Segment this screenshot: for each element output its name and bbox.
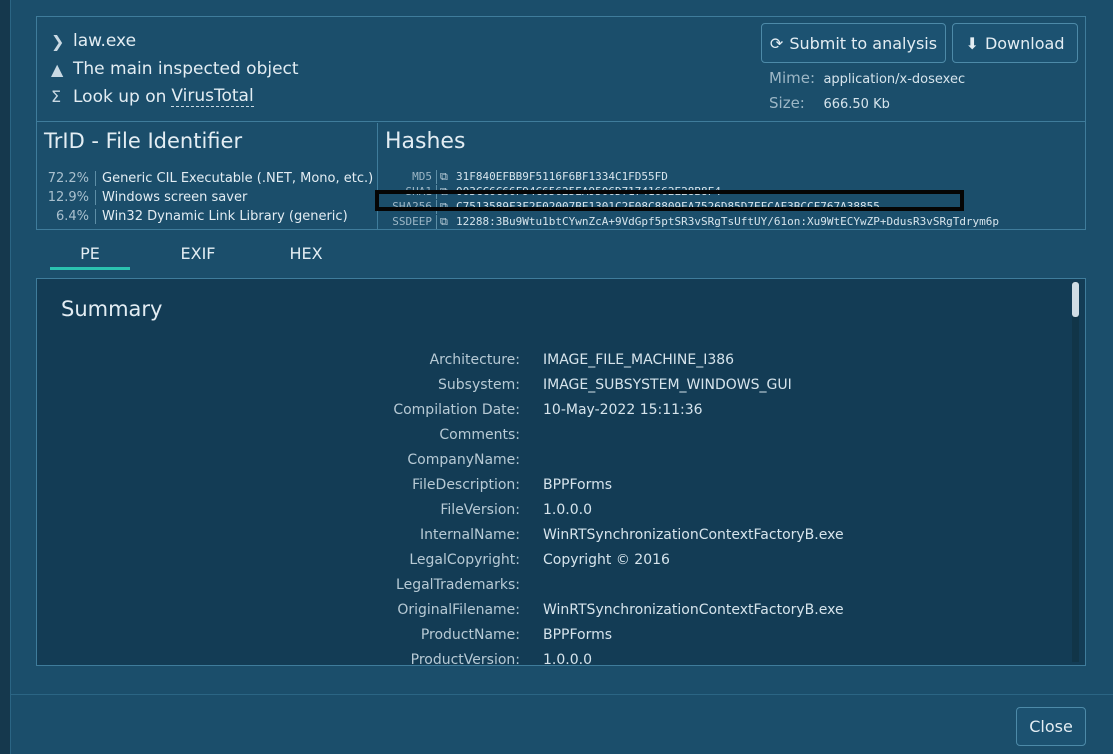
pe-summary-panel: Summary Architecture: IMAGE_FILE_MACHINE_… bbox=[36, 278, 1086, 666]
close-label: Close bbox=[1029, 717, 1073, 736]
summary-key: FileDescription: bbox=[412, 476, 520, 493]
size-value: 666.50 Kb bbox=[823, 97, 890, 112]
summary-value: WinRTSynchronizationContextFactoryB.exe bbox=[543, 601, 844, 618]
mime-value: application/x-dosexec bbox=[823, 72, 966, 87]
summary-row: Subsystem: IMAGE_SUBSYSTEM_WINDOWS_GUI bbox=[37, 372, 1037, 397]
trid-title: TrID - File Identifier bbox=[44, 129, 243, 153]
summary-row: InternalName: WinRTSynchronizationContext… bbox=[37, 522, 1037, 547]
summary-value: BPPForms bbox=[543, 626, 613, 643]
submit-to-analysis-button[interactable]: ⟳ Submit to analysis bbox=[761, 23, 946, 63]
summary-key: OriginalFilename: bbox=[397, 601, 520, 618]
summary-row: Comments: bbox=[37, 422, 1037, 447]
scrollbar-thumb[interactable] bbox=[1072, 282, 1079, 317]
virustotal-link[interactable]: VirusTotal bbox=[171, 86, 254, 107]
view-tabs: PE EXIF HEX bbox=[36, 240, 1086, 274]
summary-value: 1.0.0.0 bbox=[543, 651, 592, 666]
refresh-icon: ⟳ bbox=[769, 33, 784, 53]
hash-row-md5: MD5 ⧉ 31F840EFBB9F5116F6BF1334C1FD55FD bbox=[379, 169, 1079, 184]
lookup-prefix: Look up on bbox=[73, 86, 167, 107]
summary-scrollbar[interactable] bbox=[1072, 282, 1079, 662]
file-name: law.exe bbox=[73, 31, 137, 51]
summary-value: 1.0.0.0 bbox=[543, 501, 592, 518]
submit-label: Submit to analysis bbox=[789, 33, 938, 53]
summary-key: Comments: bbox=[439, 426, 520, 443]
summary-key: Compilation Date: bbox=[393, 401, 520, 418]
sigma-icon: Σ bbox=[51, 87, 62, 106]
hash-row-ssdeep: SSDEEP ⧉ 12288:3Bu9Wtu1btCYwnZcA+9VdGpf5… bbox=[379, 214, 1079, 229]
trid-section: TrID - File Identifier 72.2% Generic CIL… bbox=[37, 123, 378, 230]
tab-exif[interactable]: EXIF bbox=[158, 240, 238, 270]
summary-key: ProductVersion: bbox=[410, 651, 520, 666]
summary-row: LegalTrademarks: bbox=[37, 572, 1037, 597]
summary-row: CompanyName: bbox=[37, 447, 1037, 472]
summary-row: ProductVersion: 1.0.0.0 bbox=[37, 647, 1037, 666]
hash-value: 12288:3Bu9Wtu1btCYwnZcA+9VdGpf5ptSR3vSRg… bbox=[456, 215, 1000, 228]
file-role-row: ▲ The main inspected object bbox=[51, 59, 299, 79]
summary-value: 10-May-2022 15:11:36 bbox=[543, 401, 703, 418]
summary-key: LegalTrademarks: bbox=[396, 576, 520, 593]
summary-value: WinRTSynchronizationContextFactoryB.exe bbox=[543, 526, 844, 543]
trid-list: 72.2% Generic CIL Executable (.NET, Mono… bbox=[44, 169, 374, 226]
tab-hex[interactable]: HEX bbox=[266, 240, 346, 270]
mime-label: Mime: bbox=[769, 69, 816, 87]
summary-key: FileVersion: bbox=[440, 501, 520, 518]
hashes-section: Hashes MD5 ⧉ 31F840EFBB9F5116F6BF1334C1F… bbox=[379, 123, 1085, 230]
file-role: The main inspected object bbox=[73, 59, 299, 79]
summary-key: Subsystem: bbox=[438, 376, 520, 393]
download-button[interactable]: ⬇ Download bbox=[952, 23, 1078, 63]
summary-key: InternalName: bbox=[420, 526, 520, 543]
summary-list: Architecture: IMAGE_FILE_MACHINE_I386 Sub… bbox=[37, 347, 1037, 666]
summary-title: Summary bbox=[61, 297, 163, 321]
chevron-right-icon: ❯ bbox=[51, 31, 65, 51]
trid-percent: 72.2% bbox=[47, 171, 89, 186]
trid-percent: 6.4% bbox=[55, 209, 89, 224]
summary-row: LegalCopyright: Copyright © 2016 bbox=[37, 547, 1037, 572]
file-info: ❯ law.exe ▲ The main inspected object Σ … bbox=[37, 17, 1085, 122]
summary-key: CompanyName: bbox=[407, 451, 520, 468]
summary-key: LegalCopyright: bbox=[409, 551, 520, 568]
summary-value: IMAGE_SUBSYSTEM_WINDOWS_GUI bbox=[543, 376, 792, 393]
hash-type: MD5 bbox=[412, 170, 432, 183]
hashes-title: Hashes bbox=[385, 129, 466, 154]
hash-type: SSDEEP bbox=[392, 215, 432, 228]
summary-row: FileVersion: 1.0.0.0 bbox=[37, 497, 1037, 522]
hash-value: 31F840EFBB9F5116F6BF1334C1FD55FD bbox=[456, 170, 668, 183]
summary-row: Compilation Date: 10-May-2022 15:11:36 bbox=[37, 397, 1037, 422]
summary-row: OriginalFilename: WinRTSynchronizationCon… bbox=[37, 597, 1037, 622]
trid-description: Windows screen saver bbox=[95, 190, 247, 205]
summary-key: ProductName: bbox=[420, 626, 520, 643]
summary-row: Architecture: IMAGE_FILE_MACHINE_I386 bbox=[37, 347, 1037, 372]
sha256-highlight-box bbox=[375, 190, 964, 211]
mime-row: Mime: application/x-dosexec bbox=[769, 69, 965, 87]
download-label: Download bbox=[984, 33, 1065, 53]
summary-key: Architecture: bbox=[429, 351, 520, 368]
summary-row: FileDescription: BPPForms bbox=[37, 472, 1037, 497]
summary-row: ProductName: BPPForms bbox=[37, 622, 1037, 647]
size-label: Size: bbox=[769, 94, 805, 112]
trid-row: 6.4% Win32 Dynamic Link Library (generic… bbox=[44, 207, 374, 226]
trid-row: 72.2% Generic CIL Executable (.NET, Mono… bbox=[44, 169, 374, 188]
copy-icon[interactable]: ⧉ bbox=[436, 214, 456, 229]
tab-pe[interactable]: PE bbox=[50, 240, 130, 270]
trid-row: 12.9% Windows screen saver bbox=[44, 188, 374, 207]
copy-icon[interactable]: ⧉ bbox=[436, 169, 456, 184]
download-arrow-icon: ⬇ bbox=[965, 33, 979, 53]
summary-value: IMAGE_FILE_MACHINE_I386 bbox=[543, 351, 735, 368]
size-row: Size: 666.50 Kb bbox=[769, 94, 890, 112]
virustotal-row: Σ Look up on VirusTotal bbox=[51, 86, 254, 107]
file-name-row: ❯ law.exe bbox=[51, 31, 136, 51]
summary-value: Copyright © 2016 bbox=[543, 551, 670, 568]
trid-description: Win32 Dynamic Link Library (generic) bbox=[95, 209, 348, 224]
footer-divider bbox=[10, 694, 1113, 695]
trid-percent: 12.9% bbox=[47, 190, 89, 205]
close-button[interactable]: Close bbox=[1016, 707, 1086, 746]
warning-icon: ▲ bbox=[51, 59, 64, 79]
trid-description: Generic CIL Executable (.NET, Mono, etc.… bbox=[95, 171, 373, 186]
summary-value: BPPForms bbox=[543, 476, 613, 493]
